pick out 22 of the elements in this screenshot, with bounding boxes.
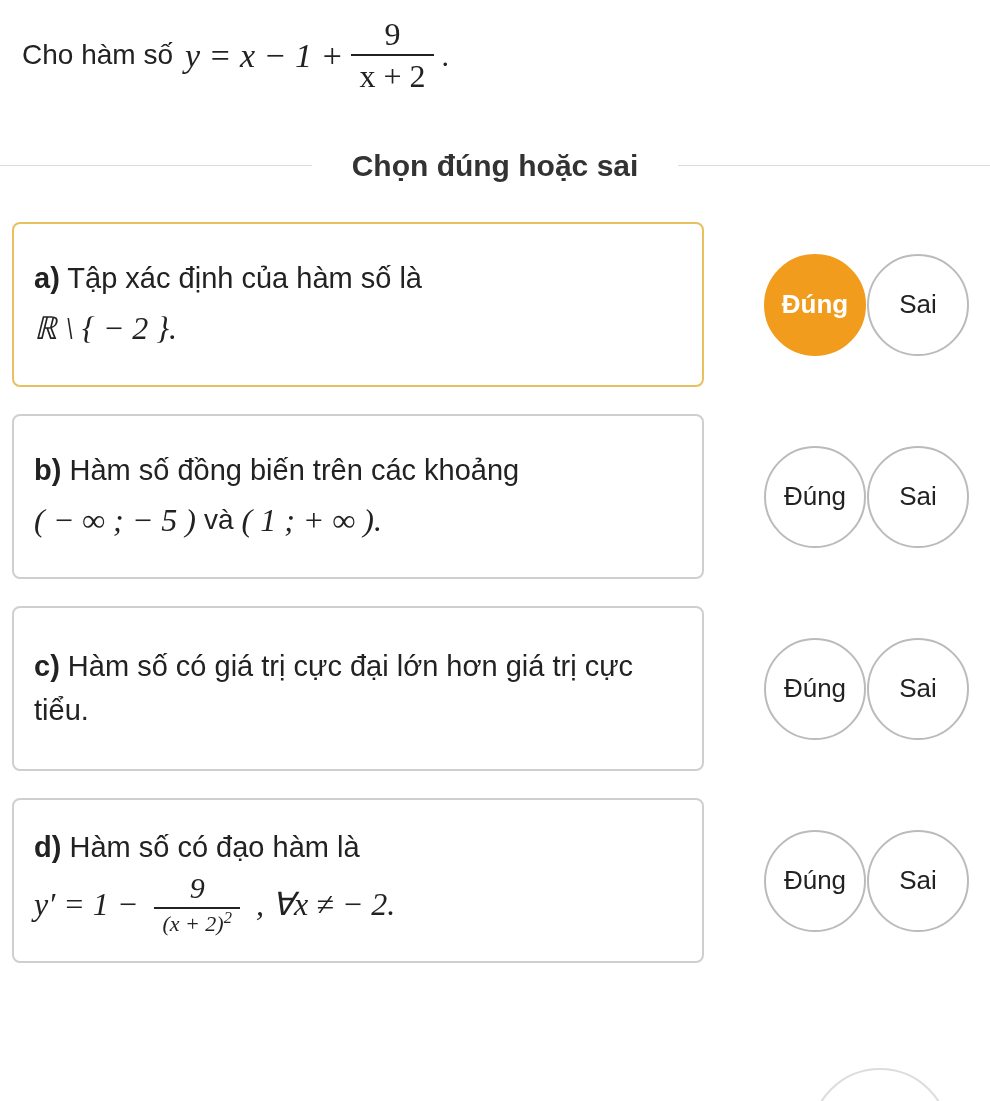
answer-option[interactable]: Đúng [764, 637, 866, 740]
section-heading: Chọn đúng hoặc sai [350, 147, 640, 184]
statement-text: b) Hàm số đồng biến trên các khoảng [34, 452, 521, 488]
math-expression: . [441, 37, 450, 74]
answer-option[interactable]: Đúng [764, 445, 866, 548]
answer-option[interactable]: Đúng [764, 829, 866, 932]
math-expression: ( 1 ; + ∞ ). [241, 501, 382, 541]
math-fraction: 9 x + 2 [351, 18, 434, 92]
math-expression: ( − ∞ ; − 5 ) [34, 501, 196, 541]
statement-text: a) Tập xác định của hàm số là [34, 260, 423, 296]
math-expression: ℝ \ { − 2 }. [34, 309, 178, 349]
statement-text: d) Hàm số có đạo hàm là [34, 829, 361, 865]
math-expression: y = x − 1 + [184, 35, 344, 76]
statement-text: c) Hàm số có giá trị cực đại lớn hơn giá trị cực tiểu. [34, 649, 635, 728]
answer-option[interactable]: Sai [867, 253, 969, 356]
question-text: Cho hàm số [22, 38, 173, 72]
math-expression: , ∀x ≠ − 2. [255, 885, 396, 925]
answer-option[interactable]: Sai [867, 637, 969, 740]
answer-option[interactable]: Sai [867, 445, 969, 548]
math-fraction: 9 (x + 2)$^{2}$ [154, 873, 240, 936]
answer-option[interactable]: Sai [867, 829, 969, 932]
statement-text: và [203, 503, 234, 538]
